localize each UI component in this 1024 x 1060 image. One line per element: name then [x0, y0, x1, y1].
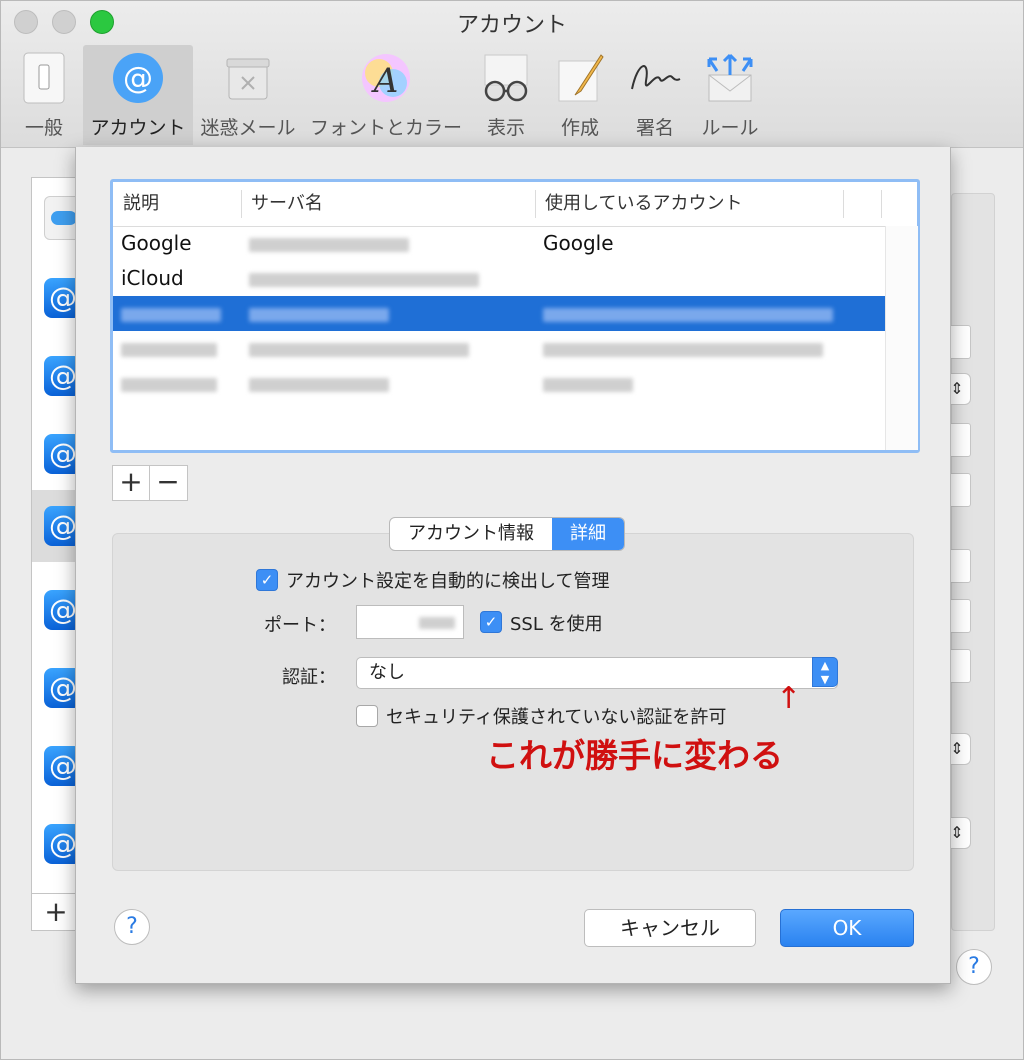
table-header: 説明 サーバ名 使用しているアカウント	[113, 182, 917, 227]
glasses-icon	[484, 54, 528, 102]
toolbar-label: ルール	[701, 117, 759, 139]
ssl-checkbox[interactable]: ✓	[480, 611, 502, 633]
column-header-account[interactable]: 使用しているアカウント	[545, 182, 742, 226]
tab-account-info[interactable]: アカウント情報	[390, 518, 552, 550]
help-button[interactable]: ?	[114, 909, 150, 945]
junk-trash-icon	[226, 58, 270, 100]
auth-select-value: なし	[369, 662, 405, 683]
table-row-selected[interactable]	[113, 296, 885, 331]
auto-detect-label: アカウント設定を自動的に検出して管理	[286, 571, 610, 592]
toolbar-signatures[interactable]: 署名	[621, 45, 689, 145]
ok-button[interactable]: OK	[780, 909, 914, 947]
title-bar: アカウント 一般 @ アカウント 迷惑メール A フォントとカラー 表示 作成 …	[1, 1, 1023, 148]
table-row[interactable]: Google Google	[113, 226, 885, 261]
toolbar-fonts-colors[interactable]: A フォントとカラー	[307, 45, 465, 145]
toolbar-composing[interactable]: 作成	[547, 45, 613, 145]
toolbar-junk[interactable]: 迷惑メール	[197, 45, 299, 145]
smtp-server-table[interactable]: 説明 サーバ名 使用しているアカウント Google Google iCloud	[110, 179, 920, 453]
signature-icon	[631, 65, 681, 90]
toolbar-label: フォントとカラー	[309, 117, 462, 139]
redacted-port	[419, 617, 455, 629]
toolbar-label: 署名	[635, 117, 674, 139]
cell-description: iCloud	[121, 266, 184, 290]
svg-text:A: A	[371, 61, 399, 101]
toolbar-label: 表示	[486, 117, 525, 139]
font-color-icon: A	[362, 54, 410, 102]
redacted-account	[543, 343, 823, 357]
cell-account: Google	[543, 231, 614, 255]
switch-icon	[23, 52, 65, 104]
toolbar-label: アカウント	[90, 117, 186, 139]
redacted-account	[543, 308, 833, 322]
cell-description: Google	[121, 231, 192, 255]
column-header-server[interactable]: サーバ名	[251, 182, 323, 226]
table-row[interactable]	[113, 366, 885, 401]
redacted-server	[249, 273, 479, 287]
port-label: ポート：	[264, 615, 336, 636]
redacted-server	[249, 378, 389, 392]
preferences-window: アカウント 一般 @ アカウント 迷惑メール A フォントとカラー 表示 作成 …	[0, 0, 1024, 1060]
add-account-button[interactable]: +	[31, 893, 81, 930]
toolbar-viewing[interactable]: 表示	[473, 45, 539, 145]
annotation-text: これが勝手に変わる	[486, 736, 783, 775]
window-title: アカウント	[456, 13, 567, 38]
tab-control: アカウント情報 詳細	[389, 517, 625, 551]
toolbar-label: 迷惑メール	[200, 117, 296, 139]
add-remove-control: + −	[112, 465, 188, 501]
remove-server-button[interactable]: −	[150, 466, 186, 500]
redacted-description	[121, 378, 217, 392]
redacted-description	[121, 308, 221, 322]
redacted-server	[249, 238, 409, 252]
table-row[interactable]: iCloud	[113, 261, 885, 296]
toolbar-rules[interactable]: ルール	[697, 45, 763, 145]
toolbar-general[interactable]: 一般	[13, 45, 75, 145]
redacted-server	[249, 343, 469, 357]
redacted-description	[121, 343, 217, 357]
smtp-server-sheet: 説明 サーバ名 使用しているアカウント Google Google iCloud	[75, 147, 951, 984]
at-sign-icon: @	[113, 53, 163, 103]
chevron-updown-icon: ▲ ▼	[812, 657, 838, 687]
table-row[interactable]	[113, 331, 885, 366]
redacted-account	[543, 378, 633, 392]
annotation-arrow: ↑	[776, 681, 802, 716]
toolbar-label: 作成	[560, 117, 599, 139]
auto-detect-checkbox[interactable]: ✓	[256, 569, 278, 591]
cancel-button[interactable]: キャンセル	[584, 909, 756, 947]
ssl-label: SSL を使用	[510, 614, 603, 635]
auth-select[interactable]: なし ▲ ▼	[356, 657, 838, 689]
add-server-button[interactable]: +	[113, 466, 149, 500]
insecure-auth-checkbox[interactable]	[356, 705, 378, 727]
auth-label: 認証：	[282, 667, 336, 688]
insecure-auth-label: セキュリティ保護されていない認証を許可	[386, 707, 727, 728]
tab-advanced[interactable]: 詳細	[552, 518, 624, 550]
rules-envelope-icon	[707, 53, 753, 102]
column-header-description[interactable]: 説明	[123, 182, 159, 226]
compose-pencil-icon	[558, 54, 604, 102]
toolbar-label: 一般	[24, 117, 63, 139]
table-scrollbar[interactable]	[885, 226, 918, 450]
toolbar-accounts[interactable]: @ アカウント	[83, 45, 193, 145]
svg-text:@: @	[123, 61, 153, 96]
help-button[interactable]: ?	[956, 949, 992, 985]
port-field[interactable]	[356, 605, 464, 639]
redacted-server	[249, 308, 389, 322]
